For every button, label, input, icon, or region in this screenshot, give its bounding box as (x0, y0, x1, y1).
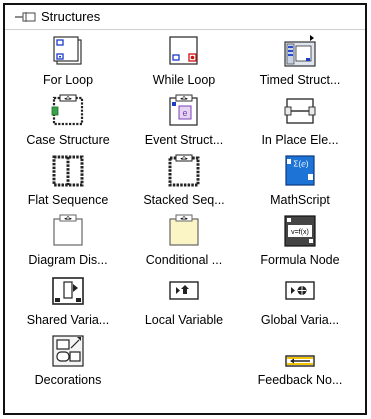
palette-item-label: Diagram Dis... (28, 253, 108, 267)
palette-item-timed-structure[interactable]: Timed Struct... (244, 32, 356, 94)
shared-variable-icon (52, 277, 84, 305)
case-structure-icon: ◂0▸ (51, 94, 84, 126)
in-place-element-icon (284, 98, 316, 124)
stacked-sequence-icon: ◂0▸ (168, 154, 200, 187)
palette-item-in-place-element[interactable]: In Place Ele... (244, 92, 356, 154)
palette-item-for-loop[interactable]: For Loop (12, 32, 124, 94)
palette-item-local-variable[interactable]: Local Variable (128, 272, 240, 334)
palette-item-label: Timed Struct... (259, 73, 341, 87)
palette-item-label: Feedback No... (257, 373, 343, 387)
palette-item-stacked-sequence[interactable]: ◂0▸ Stacked Seq... (128, 152, 240, 214)
palette-item-label: Shared Varia... (26, 313, 110, 327)
while-loop-icon (169, 36, 198, 65)
svg-text:◂0▸: ◂0▸ (180, 216, 188, 222)
palette-item-label: Flat Sequence (27, 193, 109, 207)
palette-item-while-loop[interactable]: While Loop (128, 32, 240, 94)
pin-icon[interactable] (15, 11, 37, 23)
palette-item-label: Decorations (34, 373, 102, 387)
palette-item-shared-variable[interactable]: Shared Varia... (12, 272, 124, 334)
event-e-text: e (182, 108, 187, 118)
palette-item-decorations[interactable]: Decorations (12, 332, 124, 394)
palette-item-label: Global Varia... (260, 313, 340, 327)
for-loop-icon (53, 36, 82, 65)
event-selector-text: ◂0▸ (180, 96, 188, 102)
formula-glyph: v=f(x) (291, 229, 309, 236)
decorations-icon (52, 335, 84, 367)
timed-structure-icon (284, 35, 316, 67)
palette-title-bar: Structures (5, 5, 365, 30)
palette-item-formula-node[interactable]: v=f(x) Formula Node (244, 212, 356, 274)
palette-item-label: Formula Node (260, 253, 340, 267)
svg-text:◂0▸: ◂0▸ (64, 216, 72, 222)
palette-item-event-structure[interactable]: ◂0▸ e Event Struct... (128, 92, 240, 154)
palette-item-label: Event Struct... (144, 133, 224, 147)
palette-item-label: Case Structure (26, 133, 110, 147)
palette-item-label: MathScript (270, 193, 330, 207)
svg-text:◂0▸: ◂0▸ (180, 156, 188, 162)
palette-item-label: For Loop (42, 73, 94, 87)
palette-item-conditional-disable[interactable]: ◂0▸ Conditional ... (128, 212, 240, 274)
palette-item-label: In Place Ele... (261, 133, 339, 147)
palette-item-label: Conditional ... (145, 253, 223, 267)
structures-palette: Structures For Loop While Loop Timed Str… (3, 3, 367, 415)
local-variable-icon (169, 281, 199, 300)
palette-item-label: While Loop (152, 73, 216, 87)
formula-node-icon: v=f(x) (284, 215, 316, 247)
feedback-node-icon (285, 355, 315, 367)
mathscript-glyph: Ʃ(ⅇ) (293, 160, 309, 169)
palette-item-label: Stacked Seq... (143, 193, 225, 207)
global-variable-icon (285, 281, 315, 300)
palette-item-mathscript[interactable]: Ʃ(ⅇ) MathScript (244, 152, 356, 214)
mathscript-icon: Ʃ(ⅇ) (285, 155, 315, 186)
palette-item-diagram-disable[interactable]: ◂0▸ Diagram Dis... (12, 212, 124, 274)
palette-item-feedback-node[interactable]: Feedback No... (244, 332, 356, 394)
flat-sequence-icon (52, 155, 84, 187)
diagram-disable-icon: ◂0▸ (53, 214, 83, 246)
palette-item-label: Local Variable (144, 313, 224, 327)
event-structure-icon: ◂0▸ e (169, 94, 198, 126)
palette-item-flat-sequence[interactable]: Flat Sequence (12, 152, 124, 214)
palette-item-global-variable[interactable]: Global Varia... (244, 272, 356, 334)
palette-title: Structures (41, 9, 101, 24)
case-selector-text: ◂0▸ (64, 96, 72, 102)
palette-item-case-structure[interactable]: ◂0▸ Case Structure (12, 92, 124, 154)
conditional-disable-icon: ◂0▸ (169, 214, 199, 246)
